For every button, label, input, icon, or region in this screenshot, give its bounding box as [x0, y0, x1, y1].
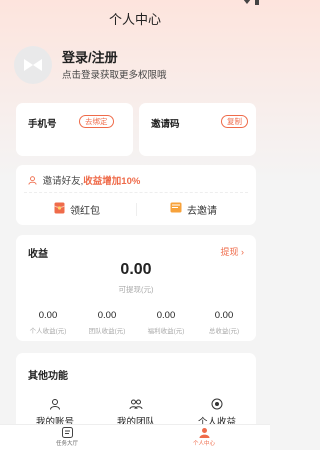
- withdraw-label: 提现: [220, 247, 239, 257]
- team-earnings: 0.00 团队收益(元): [79, 310, 135, 335]
- earnings-card: 收益 提现 › 0.00 可提现(元) 0.00 个人收益(元) 0.00 团队…: [16, 235, 256, 341]
- login-register-link[interactable]: 登录/注册: [62, 47, 118, 66]
- task-hall-icon: [32, 427, 102, 438]
- bind-phone-button[interactable]: 去绑定: [79, 115, 114, 128]
- login-hint: 点击登录获取更多权限哦: [62, 70, 167, 81]
- status-bar: [0, 0, 270, 8]
- stat-label: 团队收益(元): [88, 328, 126, 335]
- red-packet-icon: [54, 202, 65, 217]
- default-avatar-icon[interactable]: [14, 46, 52, 84]
- profile-icon: [169, 427, 239, 438]
- tab-profile[interactable]: 个人中心: [169, 427, 239, 447]
- bottom-tab-bar: 任务大厅 个人中心: [0, 424, 270, 450]
- promo-divider: [24, 192, 248, 193]
- promo-highlight: 收益增加10%: [83, 176, 141, 187]
- tab-task-hall[interactable]: 任务大厅: [32, 427, 102, 447]
- earnings-title: 收益: [28, 249, 48, 260]
- income-icon: [182, 398, 252, 410]
- account-icon: [20, 398, 90, 410]
- invite-promo-text: 邀请好友,收益增加10%: [28, 173, 140, 187]
- stat-value: 0.00: [97, 310, 117, 321]
- stat-value: 0.00: [38, 310, 58, 321]
- stat-label: 总收益(元): [208, 328, 240, 335]
- invite-code-card: 邀请码 复制: [139, 103, 256, 156]
- withdrawable-label: 可提现(元): [118, 285, 154, 294]
- total-earnings: 0.00 总收益(元): [196, 310, 252, 335]
- page-title: 个人中心: [108, 12, 161, 27]
- stat-label: 福利收益(元): [147, 328, 185, 335]
- user-icon: [28, 176, 43, 187]
- stat-label: 个人收益(元): [29, 328, 67, 335]
- other-functions-card: 其他功能 我的账号 我的团队 个人收益: [16, 353, 256, 433]
- promo-prefix: 邀请好友,: [42, 176, 84, 187]
- invite-icon: [170, 202, 182, 216]
- tab-profile-label: 个人中心: [192, 441, 215, 447]
- functions-title: 其他功能: [28, 371, 68, 382]
- stat-value: 0.00: [156, 310, 176, 321]
- welfare-earnings: 0.00 福利收益(元): [138, 310, 194, 335]
- phone-label: 手机号: [28, 119, 57, 130]
- invite-code-label: 邀请码: [151, 119, 180, 130]
- team-icon: [101, 398, 171, 410]
- red-packet-label: 领红包: [70, 205, 100, 217]
- stat-value: 0.00: [214, 310, 234, 321]
- red-packet-button[interactable]: 领红包: [54, 199, 100, 219]
- withdrawable-amount: 0.00: [120, 261, 152, 278]
- withdraw-link[interactable]: 提现 ›: [220, 245, 244, 258]
- phone-card: 手机号 去绑定: [16, 103, 133, 156]
- wifi-battery-icons: [242, 0, 264, 7]
- chevron-right-icon: ›: [241, 247, 244, 257]
- tab-task-hall-label: 任务大厅: [55, 441, 78, 447]
- go-invite-button[interactable]: 去邀请: [170, 199, 217, 219]
- login-section[interactable]: 登录/注册 点击登录获取更多权限哦: [14, 42, 260, 88]
- copy-invite-code-button[interactable]: 复制: [221, 115, 248, 128]
- invite-promo-card: 邀请好友,收益增加10% 领红包 去邀请: [16, 165, 256, 225]
- promo-separator: [136, 203, 137, 216]
- personal-earnings: 0.00 个人收益(元): [20, 310, 76, 335]
- go-invite-label: 去邀请: [187, 205, 217, 217]
